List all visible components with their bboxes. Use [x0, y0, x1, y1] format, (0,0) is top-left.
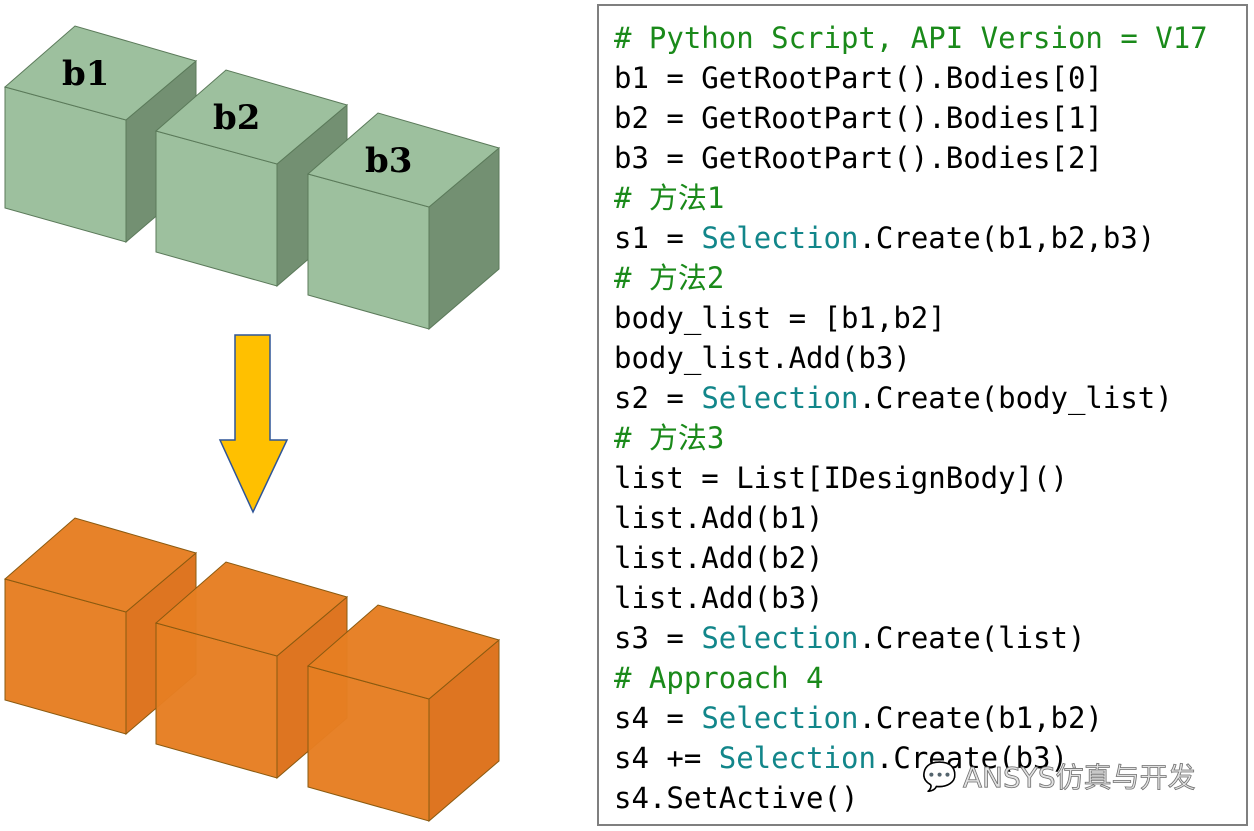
- code-text: s3 =: [614, 621, 702, 655]
- code-line: body_list = [b1,b2]: [614, 298, 946, 338]
- code-text: list = List[IDesignBody](): [614, 461, 1068, 495]
- down-arrow-icon: [218, 334, 289, 514]
- cube-label: b2: [213, 98, 260, 138]
- code-text: b1 = GetRootPart().Bodies[0]: [614, 61, 1103, 95]
- code-line: # 方法3: [614, 418, 724, 458]
- code-text: .Create(b1,b2,b3): [858, 221, 1156, 255]
- code-line: b2 = GetRootPart().Bodies[1]: [614, 98, 1103, 138]
- code-type: Selection: [701, 221, 859, 255]
- code-text: .Create(list): [858, 621, 1086, 655]
- code-line: body_list.Add(b3): [614, 338, 911, 378]
- code-text: .Create(body_list): [858, 381, 1173, 415]
- code-type: Selection: [701, 381, 859, 415]
- code-line: s4.SetActive(): [614, 778, 858, 818]
- code-comment: # Python Script, API Version = V17: [614, 21, 1208, 55]
- code-line: # Python Script, API Version = V17: [614, 18, 1208, 58]
- code-panel: # Python Script, API Version = V17 b1 = G…: [597, 4, 1248, 826]
- code-type: Selection: [701, 621, 859, 655]
- code-line: list.Add(b3): [614, 578, 824, 618]
- code-text: s2 =: [614, 381, 702, 415]
- wechat-icon: 💬: [922, 759, 958, 793]
- cube-label: b3: [365, 141, 412, 181]
- code-text: s4 +=: [614, 741, 719, 775]
- code-text: b2 = GetRootPart().Bodies[1]: [614, 101, 1103, 135]
- code-comment: # Approach 4: [614, 661, 824, 695]
- code-line: s1 = Selection.Create(b1,b2,b3): [614, 218, 1155, 258]
- code-text: list.Add(b3): [614, 581, 824, 615]
- code-comment: # 方法2: [614, 261, 725, 295]
- code-text: s1 =: [614, 221, 702, 255]
- cube-diagram: b1 b2 b3: [3, 25, 501, 823]
- code-line: list.Add(b2): [614, 538, 824, 578]
- code-type: Selection: [718, 741, 876, 775]
- code-line: b1 = GetRootPart().Bodies[0]: [614, 58, 1103, 98]
- code-line: s2 = Selection.Create(body_list): [614, 378, 1173, 418]
- code-comment: # 方法1: [614, 181, 725, 215]
- code-text: list.Add(b1): [614, 501, 824, 535]
- code-line: b3 = GetRootPart().Bodies[2]: [614, 138, 1103, 178]
- code-text: .Create(b1,b2): [858, 701, 1103, 735]
- code-text: body_list = [b1,b2]: [614, 301, 946, 335]
- code-line: s4 = Selection.Create(b1,b2): [614, 698, 1103, 738]
- watermark-text: ANSYS仿真与开发: [962, 761, 1196, 795]
- code-comment: # 方法3: [614, 421, 725, 455]
- code-type: Selection: [701, 701, 859, 735]
- code-line: list = List[IDesignBody](): [614, 458, 1068, 498]
- code-text: s4 =: [614, 701, 702, 735]
- code-text: s4.SetActive(): [614, 781, 859, 815]
- code-line: # 方法2: [614, 258, 724, 298]
- watermark: 💬 ANSYS仿真与开发: [922, 756, 1196, 796]
- code-line: s3 = Selection.Create(list): [614, 618, 1085, 658]
- code-line: # Approach 4: [614, 658, 824, 698]
- cube-label: b1: [62, 54, 109, 94]
- code-line: list.Add(b1): [614, 498, 824, 538]
- code-line: # 方法1: [614, 178, 724, 218]
- code-text: list.Add(b2): [614, 541, 824, 575]
- code-text: b3 = GetRootPart().Bodies[2]: [614, 141, 1103, 175]
- code-text: body_list.Add(b3): [614, 341, 911, 375]
